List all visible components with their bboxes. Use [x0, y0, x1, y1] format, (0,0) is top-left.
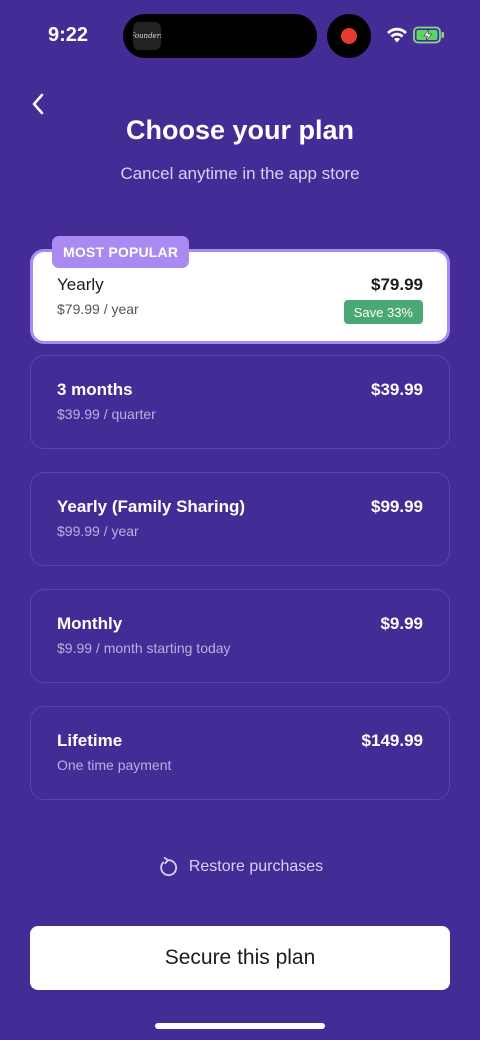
plan-name: Yearly (Family Sharing) — [57, 497, 246, 516]
plan-price: $79.99 — [371, 275, 423, 294]
dynamic-island: Founders — [123, 14, 317, 58]
plan-name: 3 months — [57, 380, 133, 399]
plan-option-lifetime[interactable]: Lifetime One time payment $149.99 — [30, 706, 450, 800]
plan-detail: $99.99 / year — [57, 523, 139, 539]
back-button[interactable] — [26, 90, 50, 118]
plan-name: Monthly — [57, 614, 123, 633]
plan-option-yearly-family[interactable]: Yearly (Family Sharing) $99.99 / year $9… — [30, 472, 450, 566]
now-playing-thumbnail: Founders — [133, 22, 161, 50]
chevron-left-icon — [32, 93, 44, 115]
screen-recording-icon — [327, 14, 371, 58]
restore-purchases-button[interactable]: Restore purchases — [0, 856, 480, 878]
plan-price: $9.99 — [380, 614, 423, 633]
plan-detail: $9.99 / month starting today — [57, 640, 231, 656]
home-indicator[interactable] — [155, 1023, 325, 1029]
now-playing-thumbnail-text: Founders — [133, 32, 161, 40]
restore-purchases-label: Restore purchases — [188, 858, 324, 875]
plan-detail: One time payment — [57, 757, 172, 773]
plan-detail: $79.99 / year — [57, 301, 139, 317]
plan-detail: $39.99 / quarter — [57, 406, 156, 422]
page-subtitle: Cancel anytime in the app store — [120, 164, 360, 183]
most-popular-badge: MOST POPULAR — [52, 236, 190, 268]
restore-icon — [160, 856, 177, 877]
plan-price: $39.99 — [371, 380, 423, 399]
plan-name: Yearly — [57, 275, 104, 294]
status-time: 9:22 — [48, 24, 89, 46]
plan-price: $149.99 — [361, 731, 423, 750]
plan-option-monthly[interactable]: Monthly $9.99 / month starting today $9.… — [30, 589, 450, 683]
plan-name: Lifetime — [57, 731, 123, 750]
wifi-icon — [387, 27, 407, 43]
plan-price: $99.99 — [371, 497, 423, 516]
save-badge: Save 33% — [343, 300, 423, 324]
battery-charging-icon — [413, 26, 444, 44]
plan-option-3-months[interactable]: 3 months $39.99 / quarter $39.99 — [30, 355, 450, 449]
page-title: Choose your plan — [125, 115, 355, 145]
secure-plan-button[interactable]: Secure this plan — [30, 926, 450, 990]
